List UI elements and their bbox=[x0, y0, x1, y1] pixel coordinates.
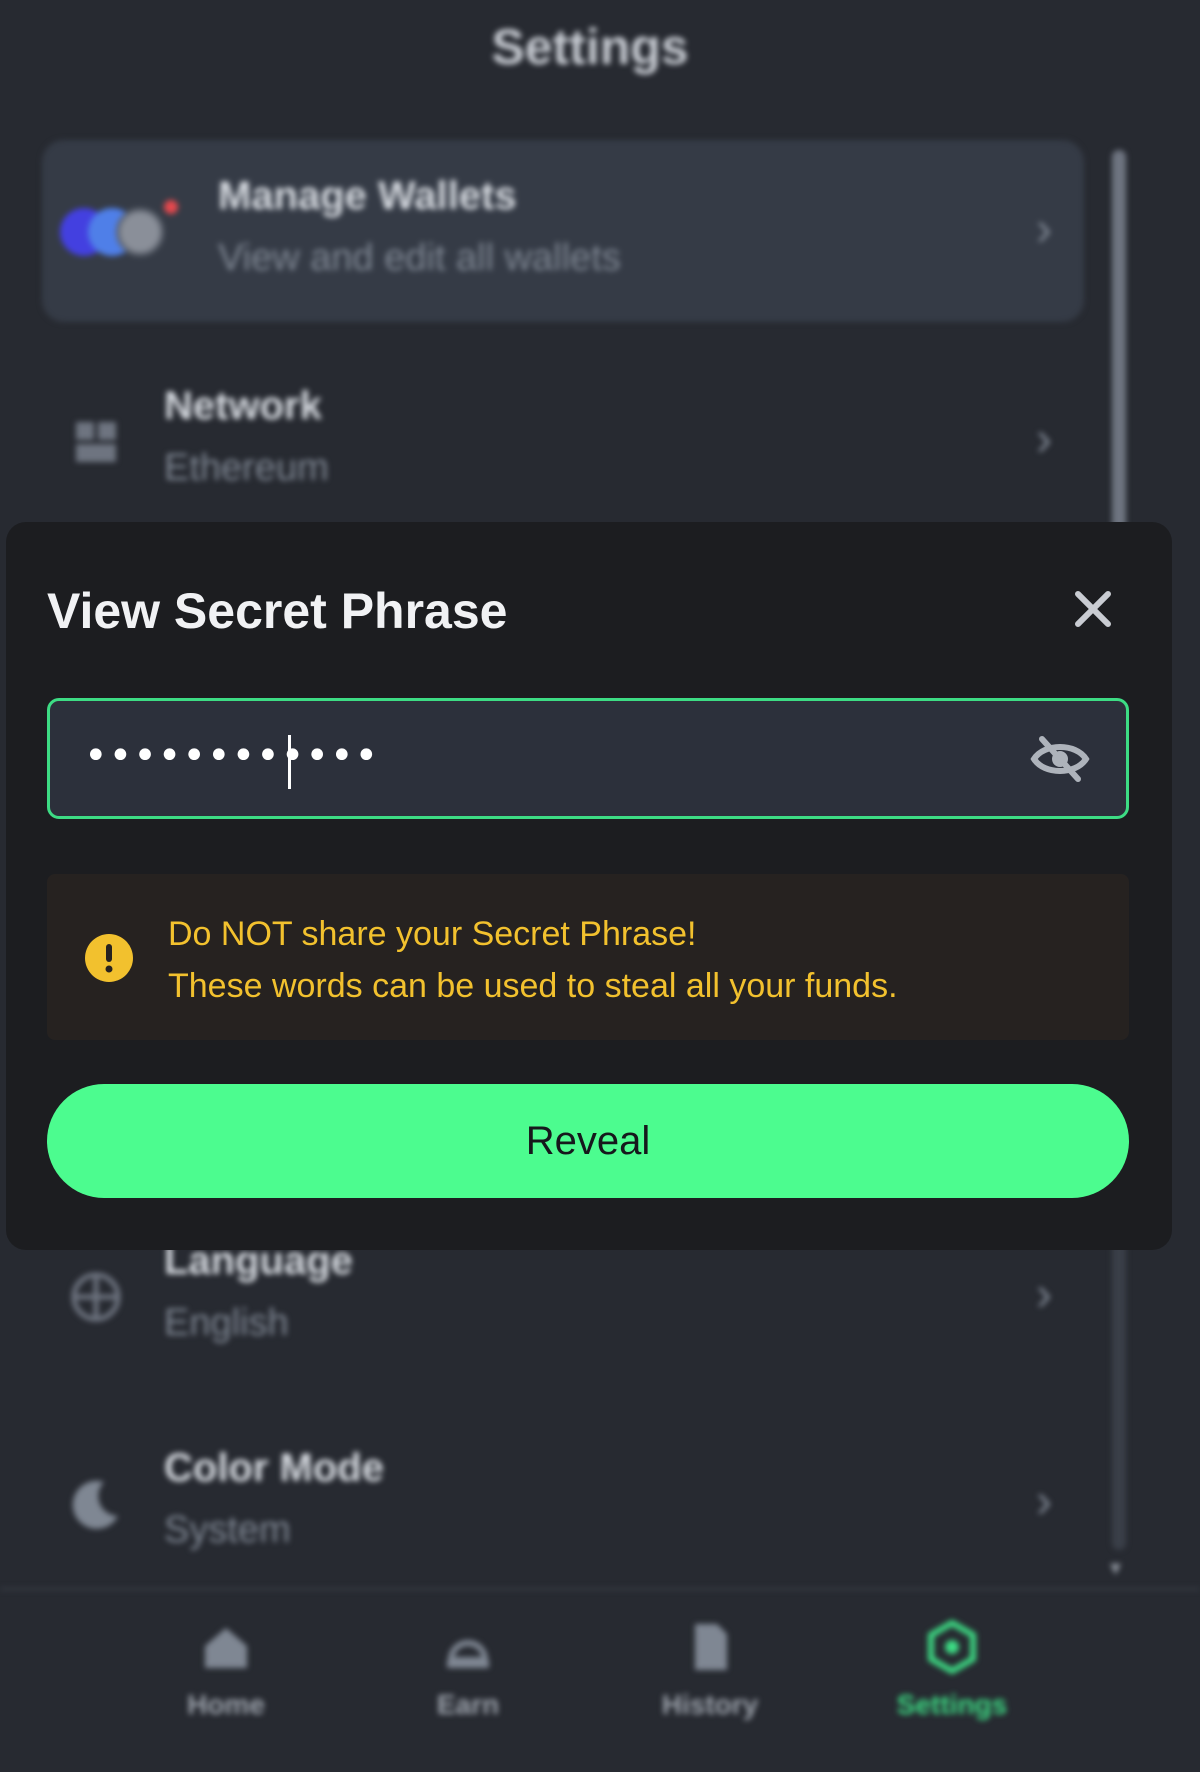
warning-text: Do NOT share your Secret Phrase! These w… bbox=[168, 908, 898, 1012]
wallets-icon bbox=[60, 200, 180, 262]
settings-icon bbox=[928, 1619, 976, 1675]
settings-item-network[interactable]: Network Ethereum › bbox=[42, 350, 1084, 532]
password-input[interactable]: •••••••••••• bbox=[84, 733, 379, 779]
nav-home[interactable]: Home bbox=[136, 1620, 316, 1721]
nav-label: Earn bbox=[436, 1689, 500, 1720]
modal-title: View Secret Phrase bbox=[47, 583, 508, 639]
nav-label: Settings bbox=[896, 1689, 1008, 1720]
settings-item-label: Manage Wallets bbox=[218, 174, 517, 218]
settings-item-value: View and edit all wallets bbox=[218, 237, 621, 279]
nav-label: Home bbox=[187, 1689, 265, 1720]
chevron-right-icon: › bbox=[1036, 1268, 1052, 1321]
warning-line-2: These words can be used to steal all you… bbox=[168, 967, 898, 1005]
settings-item-label: Network bbox=[164, 384, 322, 428]
exclamation-icon bbox=[85, 934, 133, 982]
chevron-right-icon: › bbox=[1036, 1475, 1052, 1528]
moon-icon bbox=[72, 1480, 118, 1529]
settings-item-value: System bbox=[164, 1509, 291, 1551]
settings-item-manage-wallets[interactable]: Manage Wallets View and edit all wallets… bbox=[42, 140, 1084, 322]
settings-item-color-mode[interactable]: Color Mode System › bbox=[42, 1412, 1084, 1594]
bottom-nav: Home Earn History Settings bbox=[0, 1588, 1200, 1772]
password-field[interactable]: •••••••••••• bbox=[47, 698, 1129, 819]
nav-history[interactable]: History bbox=[620, 1620, 800, 1721]
home-icon bbox=[205, 1628, 247, 1668]
text-caret bbox=[288, 735, 291, 789]
earn-icon bbox=[447, 1640, 489, 1668]
nav-earn[interactable]: Earn bbox=[378, 1620, 558, 1721]
chevron-right-icon: › bbox=[1036, 413, 1052, 466]
nav-label: History bbox=[661, 1689, 759, 1720]
settings-item-value: Ethereum bbox=[164, 447, 329, 489]
nav-settings[interactable]: Settings bbox=[862, 1619, 1042, 1721]
close-icon[interactable] bbox=[1068, 584, 1118, 634]
scroll-down-arrow-icon[interactable]: ▾ bbox=[1110, 1555, 1121, 1581]
warning-banner: Do NOT share your Secret Phrase! These w… bbox=[47, 874, 1129, 1040]
page-title: Settings bbox=[491, 19, 689, 75]
warning-line-1: Do NOT share your Secret Phrase! bbox=[168, 915, 697, 953]
network-icon bbox=[76, 422, 116, 462]
globe-icon bbox=[71, 1272, 121, 1322]
reveal-button[interactable]: Reveal bbox=[47, 1084, 1129, 1198]
history-icon bbox=[695, 1624, 727, 1670]
chevron-right-icon: › bbox=[1036, 203, 1052, 256]
eye-off-icon[interactable] bbox=[1030, 733, 1090, 785]
view-secret-phrase-modal: View Secret Phrase •••••••••••• Do NOT s… bbox=[6, 522, 1172, 1250]
settings-item-value: English bbox=[164, 1302, 289, 1344]
scrollbar-thumb[interactable] bbox=[1112, 150, 1126, 580]
settings-item-label: Color Mode bbox=[164, 1446, 384, 1490]
